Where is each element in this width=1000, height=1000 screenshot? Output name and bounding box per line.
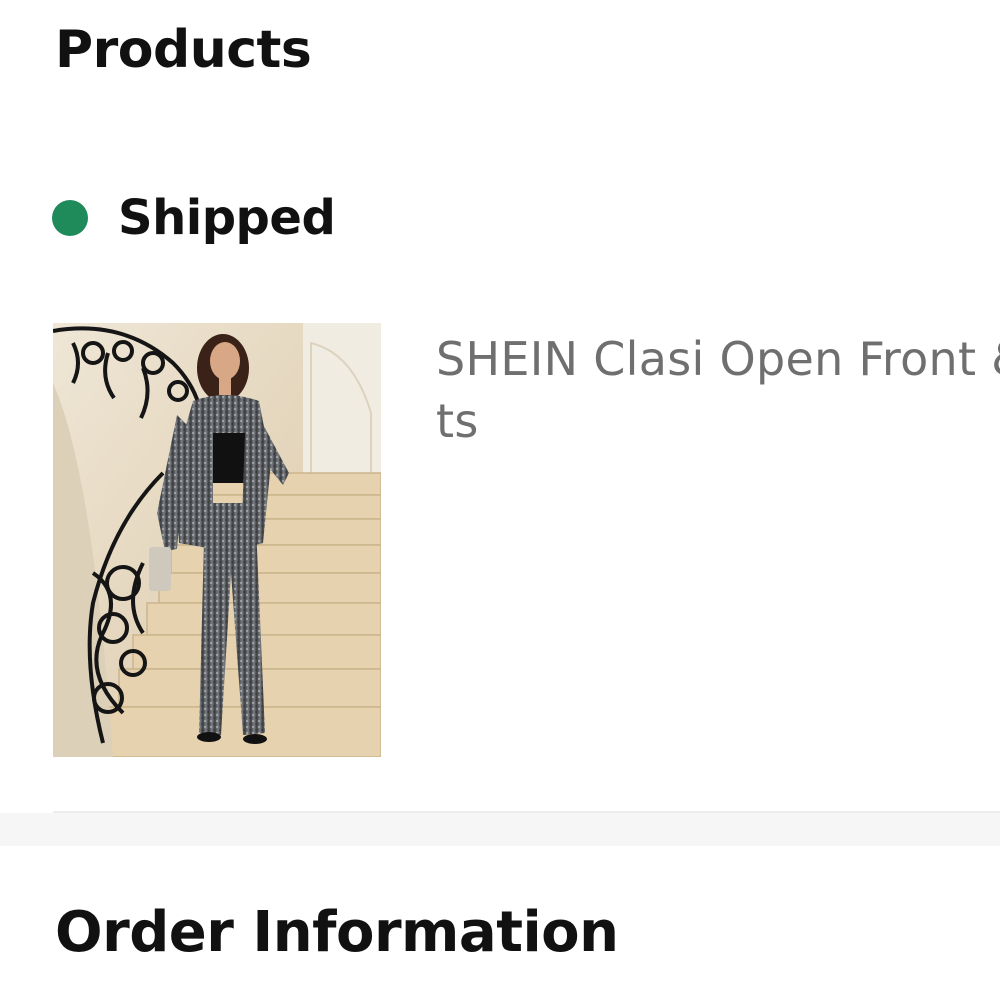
section-separator [0,813,1000,846]
order-detail-page: Products Shipped SHEIN Clasi Open Front … [0,0,1000,1000]
product-name[interactable]: SHEIN Clasi Open Front & Pants [436,328,1000,452]
product-image[interactable] [53,323,381,757]
order-information-title: Order Information [55,900,619,965]
product-item[interactable]: SHEIN Clasi Open Front & Pants [0,0,1000,812]
